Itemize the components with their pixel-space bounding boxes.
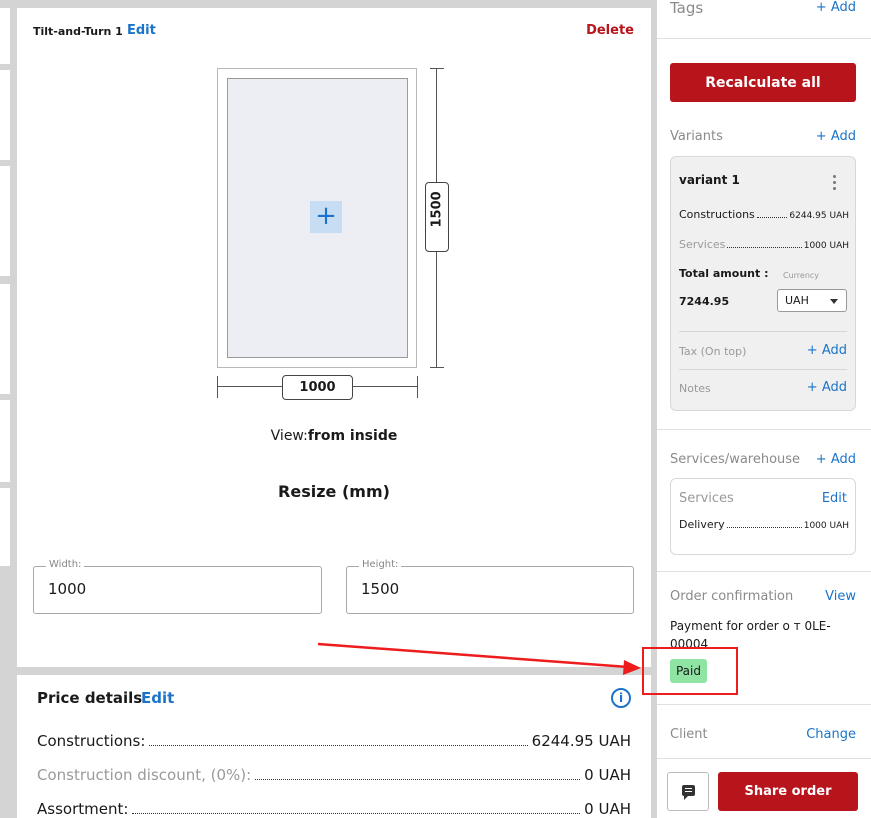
height-dimension-tick xyxy=(430,68,444,69)
construction-delete-link[interactable]: Delete xyxy=(586,23,634,38)
total-amount-label: Total amount : xyxy=(679,267,769,280)
divider xyxy=(657,571,871,572)
width-dimension-value[interactable]: 1000 xyxy=(282,375,353,400)
currency-label: Currency xyxy=(783,271,820,280)
chat-button[interactable] xyxy=(667,772,709,811)
order-sidebar: Tags + Add Recalculate all Variants + Ad… xyxy=(657,0,871,818)
client-label: Client xyxy=(670,727,708,742)
variant-constructions-value: 6244.95 UAH xyxy=(789,211,849,221)
variant-row-constructions: Constructions 6244.95 UAH xyxy=(679,208,849,221)
share-order-button[interactable]: Share order xyxy=(718,772,858,811)
price-details-card: Price details Edit i Constructions: 6244… xyxy=(17,675,651,818)
height-input[interactable] xyxy=(361,580,561,598)
service-row-delivery: Delivery 1000 UAH xyxy=(679,518,849,531)
variant-services-value: 1000 UAH xyxy=(803,241,849,251)
price-row-constructions: Constructions: 6244.95 UAH xyxy=(37,732,631,750)
price-details-title: Price details xyxy=(37,689,143,707)
construction-title: Tilt-and-Turn 1 xyxy=(33,25,123,38)
window-sash[interactable]: + xyxy=(227,78,408,358)
variants-add-link[interactable]: + Add xyxy=(816,129,856,144)
tags-add-link[interactable]: + Add xyxy=(816,0,856,15)
view-value: from inside xyxy=(307,428,398,444)
height-dimension-value: 1500 xyxy=(429,191,445,228)
tax-add-link[interactable]: + Add xyxy=(807,343,847,358)
variants-label: Variants xyxy=(670,129,723,144)
price-row-assortment: Assortment: 0 UAH xyxy=(37,800,631,818)
delivery-value: 1000 UAH xyxy=(803,521,849,531)
notes-add-link[interactable]: + Add xyxy=(807,380,847,395)
delivery-label: Delivery xyxy=(679,518,725,531)
price-row-value: 6244.95 UAH xyxy=(531,732,631,750)
width-field-label: Width: xyxy=(46,559,85,570)
view-prefix: View: xyxy=(270,428,308,444)
width-dimension-tick xyxy=(417,376,418,398)
left-strip xyxy=(0,488,10,566)
bottom-action-bar: Share order xyxy=(657,758,871,818)
chat-icon xyxy=(682,785,695,800)
annotation-highlight-box xyxy=(642,647,738,695)
window-frame: + xyxy=(217,68,417,368)
info-icon[interactable]: i xyxy=(611,688,631,708)
variant-row-services: Services 1000 UAH xyxy=(679,238,849,251)
height-field[interactable]: Height: xyxy=(346,559,634,614)
variant-constructions-label: Constructions xyxy=(679,208,755,221)
services-edit-link[interactable]: Edit xyxy=(822,491,847,506)
view-indicator: View:from inside xyxy=(17,428,651,444)
variant-services-label: Services xyxy=(679,238,726,251)
order-confirmation-label: Order confirmation xyxy=(670,589,794,604)
height-field-label: Height: xyxy=(359,559,402,570)
left-strip xyxy=(0,284,10,394)
currency-selected-value: UAH xyxy=(785,294,809,307)
services-card-label: Services xyxy=(679,491,734,506)
divider xyxy=(657,38,871,39)
services-warehouse-add-link[interactable]: + Add xyxy=(816,452,856,467)
price-row-construction-discount: Construction discount, (0%): 0 UAH xyxy=(37,766,631,784)
construction-card: Tilt-and-Turn 1 Edit Delete + 1500 1000 … xyxy=(17,8,651,667)
services-card: Services Edit Delivery 1000 UAH xyxy=(670,478,856,555)
divider xyxy=(657,429,871,430)
construction-edit-link[interactable]: Edit xyxy=(127,23,156,38)
resize-title: Resize (mm) xyxy=(278,482,390,501)
width-field[interactable]: Width: xyxy=(33,559,322,614)
price-row-value: 0 UAH xyxy=(584,800,631,818)
variant-name: variant 1 xyxy=(679,173,740,187)
price-details-edit-link[interactable]: Edit xyxy=(141,689,174,707)
services-warehouse-label: Services/warehouse xyxy=(670,452,801,467)
price-row-label: Construction discount, (0%): xyxy=(37,766,252,784)
divider xyxy=(679,331,847,332)
width-dimension-tick xyxy=(217,376,218,398)
add-element-plus-icon[interactable]: + xyxy=(310,201,342,233)
width-input[interactable] xyxy=(48,580,248,598)
left-strip xyxy=(0,400,10,482)
tags-label: Tags xyxy=(670,0,704,17)
tax-label: Tax (On top) xyxy=(679,345,747,358)
currency-select[interactable]: UAH xyxy=(777,289,847,312)
left-strip xyxy=(0,70,10,160)
divider xyxy=(657,704,871,705)
left-strip xyxy=(0,166,10,276)
price-row-label: Constructions: xyxy=(37,732,146,750)
height-dimension-tick xyxy=(430,367,444,368)
client-change-link[interactable]: Change xyxy=(806,727,856,742)
order-confirmation-view-link[interactable]: View xyxy=(825,589,856,604)
total-amount-value: 7244.95 xyxy=(679,295,730,308)
notes-label: Notes xyxy=(679,382,711,395)
price-row-label: Assortment: xyxy=(37,800,129,818)
divider xyxy=(679,369,847,370)
caret-down-icon xyxy=(830,299,838,304)
recalculate-all-button[interactable]: Recalculate all xyxy=(670,63,856,102)
variant-card[interactable]: variant 1 Constructions 6244.95 UAH Serv… xyxy=(670,156,856,411)
price-row-value: 0 UAH xyxy=(584,766,631,784)
kebab-menu-icon[interactable] xyxy=(833,175,837,193)
left-strip xyxy=(0,8,10,64)
